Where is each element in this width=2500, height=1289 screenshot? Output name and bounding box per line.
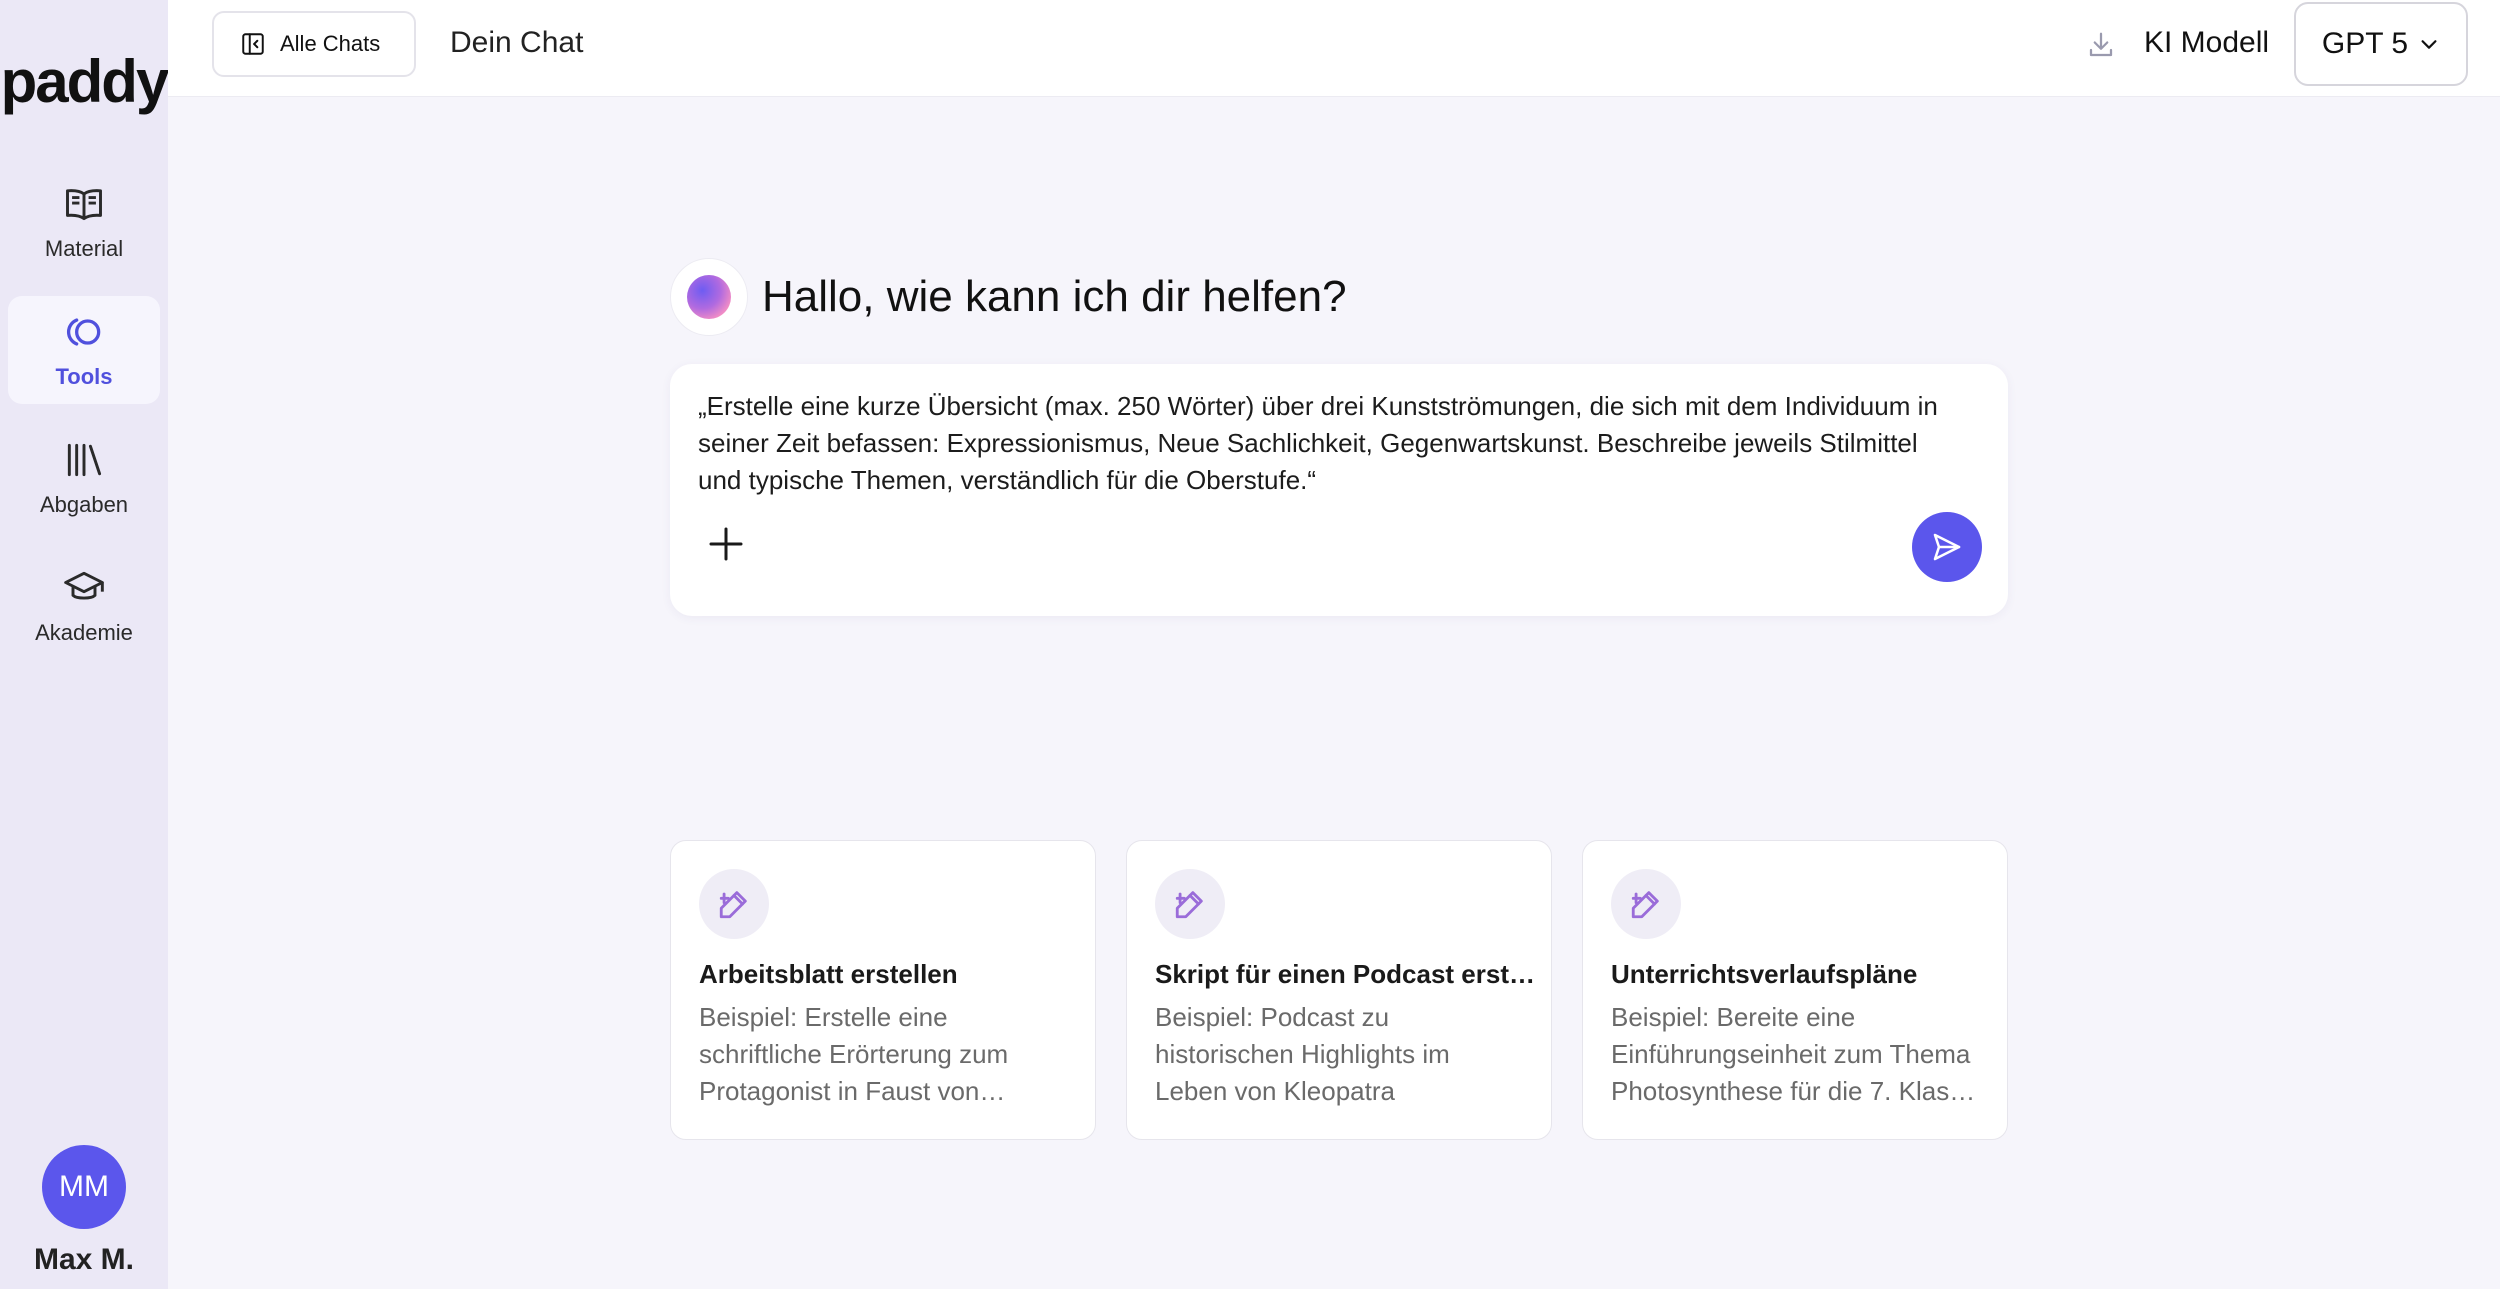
suggestion-card-podcast[interactable]: Skript für einen Podcast erstellen Beisp… [1126,840,1552,1140]
top-bar: Alle Chats Dein Chat KI Modell GPT 5 [168,0,2500,97]
library-icon [67,443,102,477]
edit-pencil-icon [1175,891,1203,919]
card-icon-wrapper [1611,869,1681,939]
tools-icon [67,318,101,346]
sidebar-item-label: Tools [55,364,113,389]
prompt-box: „Erstelle eine kurze Übersicht (max. 250… [670,364,2008,616]
book-open-icon [66,189,102,221]
app-logo[interactable]: paddy [1,52,170,112]
sidebar-item-label: Akademie [35,620,133,645]
send-button[interactable] [1912,512,1982,582]
edit-pencil-icon [1631,891,1659,919]
card-icon-wrapper [1155,869,1225,939]
sidebar-toggle-icon [242,33,264,55]
chat-title: Dein Chat [450,26,584,59]
assistant-avatar [670,258,748,336]
greeting: Hallo, wie kann ich dir helfen? [670,258,1347,336]
sidebar-item-tools[interactable]: Tools [8,296,160,404]
add-attachment-icon[interactable] [706,524,746,564]
sidebar-item-label: Material [44,236,124,261]
card-description: Beispiel: Bereite eine Einführungseinhei… [1611,1002,1977,1106]
card-title: Skript für einen Podcast erstellen [1155,959,1535,989]
download-icon[interactable] [2086,30,2116,60]
model-label: KI Modell [2144,26,2270,59]
sidebar-item-material[interactable]: Material [8,168,160,276]
card-title: Arbeitsblatt erstellen [699,959,958,989]
prompt-input[interactable]: „Erstelle eine kurze Übersicht (max. 250… [698,388,1968,499]
card-icon-wrapper [699,869,769,939]
sidebar-item-akademie[interactable]: Akademie [8,552,160,660]
all-chats-button[interactable]: Alle Chats [212,11,416,77]
card-title: Unterrichtsverlaufspläne [1611,959,1918,989]
sidebar-item-label: Abgaben [39,492,129,517]
send-icon [1933,533,1961,561]
user-profile[interactable]: MM Max M. [0,1145,168,1277]
graduation-cap-icon [64,571,104,600]
sidebar: paddy Material Tools Abgaben Akademie MM… [0,0,170,1289]
greeting-text: Hallo, wie kann ich dir helfen? [762,272,1347,321]
model-value: GPT 5 [2321,27,2409,60]
sidebar-nav: Material Tools Abgaben Akademie [0,168,168,660]
avatar[interactable]: MM [42,1145,126,1229]
assistant-orb-icon [687,275,731,319]
suggestion-card-unterricht[interactable]: Unterrichtsverlaufspläne Beispiel: Berei… [1582,840,2008,1140]
suggestion-card-arbeitsblatt[interactable]: Arbeitsblatt erstellen Beispiel: Erstell… [670,840,1096,1140]
card-description: Beispiel: Podcast zu historischen Highli… [1155,1002,1450,1106]
card-description: Beispiel: Erstelle eine schriftliche Erö… [699,1002,1009,1106]
sidebar-item-abgaben[interactable]: Abgaben [8,424,160,532]
model-select[interactable]: GPT 5 [2294,2,2468,86]
chevron-down-icon [2421,40,2437,49]
user-name: Max M. [33,1243,135,1276]
edit-pencil-icon [719,891,747,919]
all-chats-label: Alle Chats [280,31,381,56]
